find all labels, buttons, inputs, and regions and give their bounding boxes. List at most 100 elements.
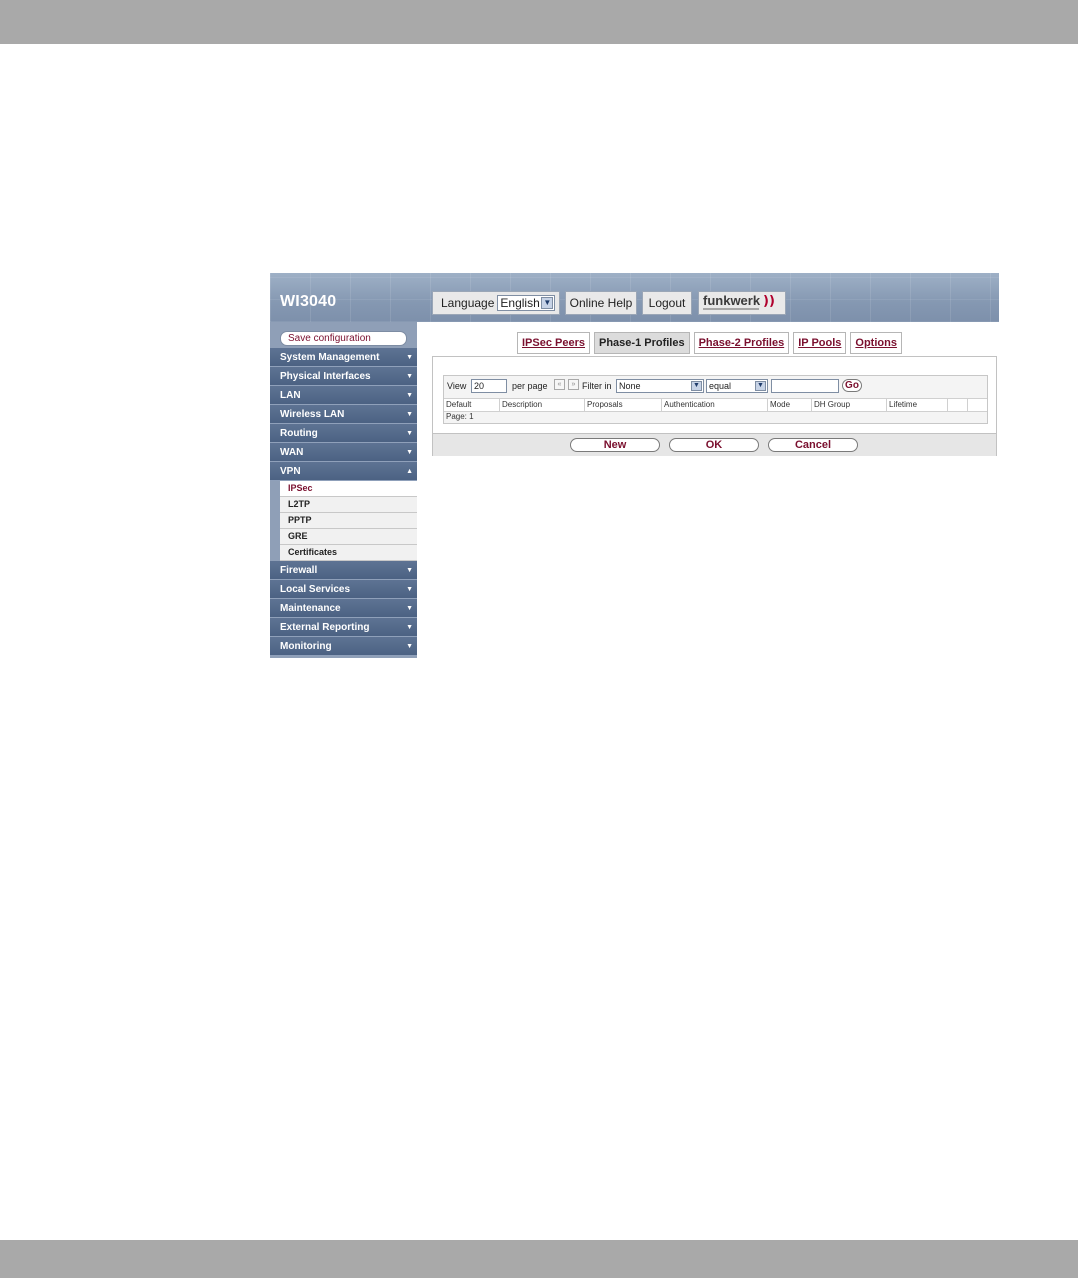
view-label: View — [447, 381, 467, 391]
language-select[interactable]: English ▼ — [497, 295, 556, 311]
sidebar-item-label: Routing — [280, 428, 318, 439]
language-label: Language — [441, 296, 495, 310]
sidebar-item-local-services[interactable]: Local Services ▼ — [270, 580, 417, 599]
sidebar-subitem-ipsec[interactable]: IPSec — [280, 481, 417, 497]
chevron-down-icon: ▼ — [406, 567, 413, 574]
column-description[interactable]: Description — [500, 399, 585, 411]
sidebar-item-maintenance[interactable]: Maintenance ▼ — [270, 599, 417, 618]
column-proposals[interactable]: Proposals — [585, 399, 662, 411]
device-title: WI3040 — [280, 293, 337, 310]
new-button[interactable]: New — [570, 438, 660, 452]
content-panel: View 20 per page « » Filter in None ▼ eq… — [432, 356, 997, 456]
filter-field-select[interactable]: None ▼ — [616, 379, 704, 393]
sidebar-item-monitoring[interactable]: Monitoring ▼ — [270, 637, 417, 656]
save-configuration-button[interactable]: Save configuration — [280, 331, 407, 346]
sidebar-menu: System Management ▼ Physical Interfaces ▼ … — [270, 348, 417, 656]
sidebar-item-label: VPN — [280, 466, 301, 477]
logout-label: Logout — [648, 296, 686, 310]
sidebar-item-label: Physical Interfaces — [280, 371, 371, 382]
sidebar-item-routing[interactable]: Routing ▼ — [270, 424, 417, 443]
sidebar-item-lan[interactable]: LAN ▼ — [270, 386, 417, 405]
sidebar-item-label: Local Services — [280, 584, 351, 595]
chevron-down-icon: ▼ — [406, 430, 413, 437]
column-dh-group[interactable]: DH Group — [812, 399, 887, 411]
action-bar: New OK Cancel — [433, 433, 996, 456]
chevron-down-icon: ▼ — [406, 392, 413, 399]
chevron-down-icon: ▼ — [406, 449, 413, 456]
per-page-label: per page — [512, 381, 548, 391]
chevron-down-icon: ▼ — [406, 624, 413, 631]
chevron-down-icon: ▼ — [406, 586, 413, 593]
online-help-button[interactable]: Online Help — [565, 291, 637, 315]
logo-waves-icon: )) — [763, 294, 775, 309]
language-box: Language English ▼ — [432, 291, 560, 315]
chevron-down-icon: ▼ — [406, 605, 413, 612]
funkwerk-logo: funkwerk )) — [698, 291, 786, 315]
per-page-input[interactable]: 20 — [471, 379, 507, 393]
filter-in-label: Filter in — [582, 381, 612, 391]
chevron-down-icon: ▼ — [406, 411, 413, 418]
chevron-down-icon: ▼ — [406, 354, 413, 361]
chevron-down-icon: ▼ — [755, 381, 766, 391]
sidebar-item-label: Maintenance — [280, 603, 341, 614]
tab-options[interactable]: Options — [850, 332, 902, 354]
column-mode[interactable]: Mode — [768, 399, 812, 411]
chevron-down-icon: ▼ — [406, 373, 413, 380]
top-gray-bar — [0, 0, 1078, 44]
tab-ip-pools[interactable]: IP Pools — [793, 332, 847, 354]
cancel-button[interactable]: Cancel — [768, 438, 858, 452]
sidebar-item-system-management[interactable]: System Management ▼ — [270, 348, 417, 367]
sidebar-item-firewall[interactable]: Firewall ▼ — [270, 561, 417, 580]
go-button[interactable]: Go — [842, 379, 862, 392]
profiles-list: View 20 per page « » Filter in None ▼ eq… — [443, 375, 988, 424]
sidebar-item-label: System Management — [280, 352, 380, 363]
column-authentication[interactable]: Authentication — [662, 399, 768, 411]
bottom-gray-bar — [0, 1240, 1078, 1278]
tab-bar: IPSec Peers Phase-1 Profiles Phase-2 Pro… — [517, 332, 902, 354]
chevron-down-icon: ▼ — [691, 381, 702, 391]
column-action-2 — [968, 399, 987, 411]
sidebar-item-label: External Reporting — [280, 622, 370, 633]
chevron-down-icon: ▼ — [541, 297, 554, 309]
sidebar-item-vpn[interactable]: VPN ▲ — [270, 462, 417, 481]
tab-phase-2-profiles[interactable]: Phase-2 Profiles — [693, 332, 790, 354]
sidebar-item-external-reporting[interactable]: External Reporting ▼ — [270, 618, 417, 637]
sidebar-item-physical-interfaces[interactable]: Physical Interfaces ▼ — [270, 367, 417, 386]
sidebar-item-label: Firewall — [280, 565, 318, 576]
column-action-1 — [948, 399, 968, 411]
sidebar-item-wan[interactable]: WAN ▼ — [270, 443, 417, 462]
logo-text: funkwerk — [703, 293, 761, 308]
sidebar-item-label: WAN — [280, 447, 304, 458]
sidebar-item-wireless-lan[interactable]: Wireless LAN ▼ — [270, 405, 417, 424]
chevron-up-icon: ▲ — [406, 468, 413, 475]
sidebar-item-label: Monitoring — [280, 641, 332, 652]
sidebar-subitem-certificates[interactable]: Certificates — [280, 545, 417, 561]
column-lifetime[interactable]: Lifetime — [887, 399, 948, 411]
filter-bar: View 20 per page « » Filter in None ▼ eq… — [444, 376, 987, 396]
previous-page-icon[interactable]: « — [554, 379, 565, 390]
filter-operator-select[interactable]: equal ▼ — [706, 379, 768, 393]
sidebar-item-label: LAN — [280, 390, 301, 401]
chevron-down-icon: ▼ — [406, 643, 413, 650]
column-default[interactable]: Default — [444, 399, 500, 411]
page-indicator: Page: 1 — [446, 412, 474, 421]
web-admin-window: WI3040 Language English ▼ Online Help Lo… — [270, 273, 999, 658]
next-page-icon[interactable]: » — [568, 379, 579, 390]
table-header: Default Description Proposals Authentica… — [444, 398, 987, 412]
sidebar-subitem-pptp[interactable]: PPTP — [280, 513, 417, 529]
filter-field-value: None — [619, 381, 641, 391]
logo-tagline-mark — [703, 308, 759, 310]
ok-button[interactable]: OK — [669, 438, 759, 452]
logout-button[interactable]: Logout — [642, 291, 692, 315]
sidebar: Save configuration System Management ▼ Ph… — [270, 322, 417, 658]
filter-operator-value: equal — [709, 381, 732, 391]
filter-search-input[interactable] — [771, 379, 839, 393]
language-value: English — [500, 296, 540, 310]
online-help-label: Online Help — [569, 296, 633, 310]
sidebar-subitem-gre[interactable]: GRE — [280, 529, 417, 545]
header-banner: WI3040 Language English ▼ Online Help Lo… — [270, 273, 999, 322]
tab-ipsec-peers[interactable]: IPSec Peers — [517, 332, 590, 354]
sidebar-item-label: Wireless LAN — [280, 409, 345, 420]
sidebar-subitem-l2tp[interactable]: L2TP — [280, 497, 417, 513]
tab-phase-1-profiles[interactable]: Phase-1 Profiles — [594, 332, 690, 354]
